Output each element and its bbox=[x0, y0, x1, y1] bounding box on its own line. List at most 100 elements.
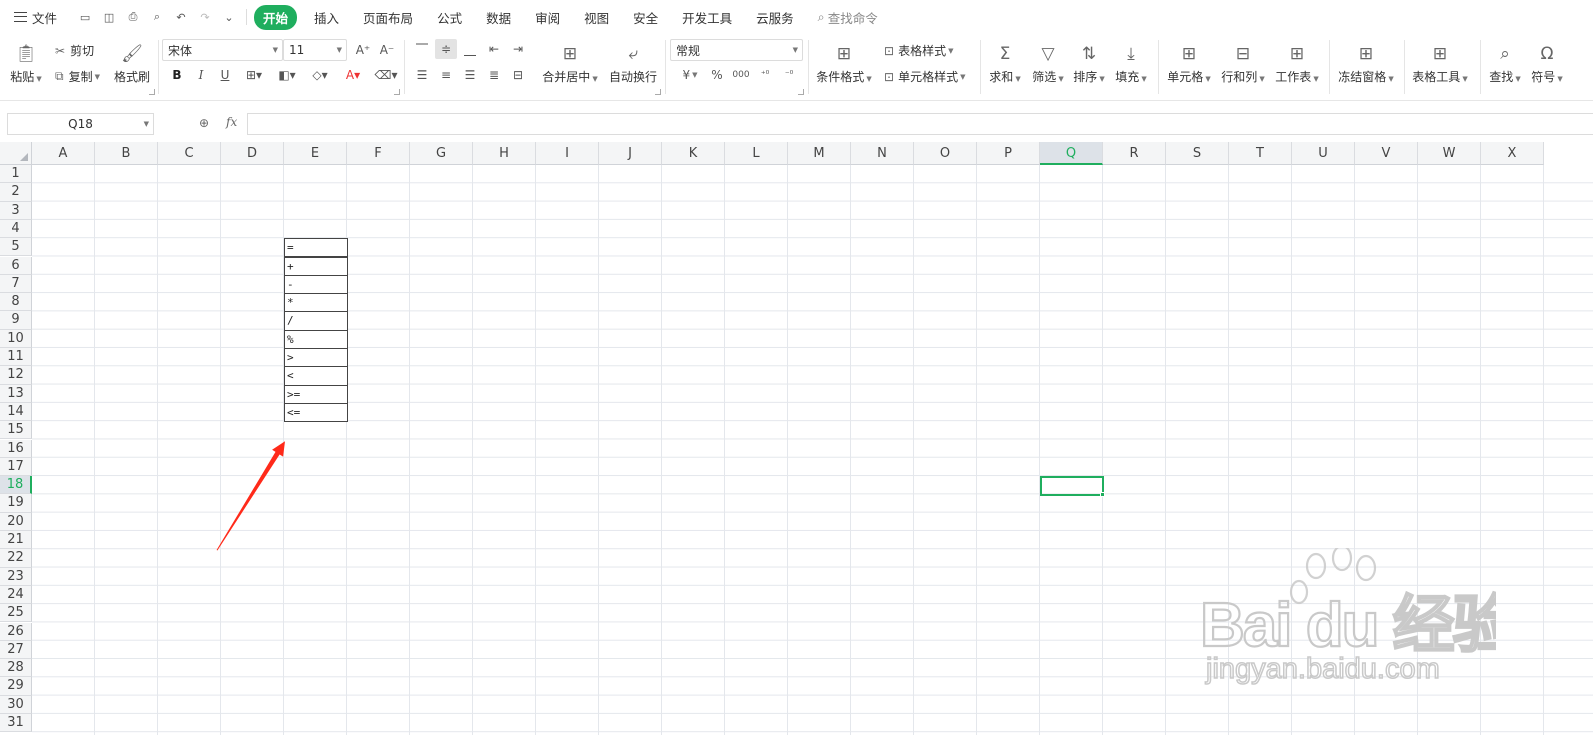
divider bbox=[665, 40, 666, 94]
conditional-format-button[interactable]: ⊞ 条件格式 ▼ bbox=[814, 40, 874, 85]
divider bbox=[246, 9, 248, 25]
align-right-icon[interactable]: ☰ bbox=[459, 65, 481, 85]
worksheet-button[interactable]: ⊞ 工作表 ▼ bbox=[1270, 40, 1324, 85]
name-box[interactable]: Q18 ▼ bbox=[7, 113, 154, 135]
font-name-select[interactable]: 宋体 ▼ bbox=[162, 39, 283, 61]
fx-icon[interactable]: fx bbox=[226, 115, 237, 129]
tab-insert[interactable]: 插入 bbox=[314, 8, 339, 27]
fill-button[interactable]: ⤓ 填充 ▼ bbox=[1110, 40, 1152, 85]
omega-icon: Ω bbox=[1540, 44, 1554, 64]
font-size-select[interactable]: 11 ▼ bbox=[283, 39, 347, 61]
tab-page-layout[interactable]: 页面布局 bbox=[363, 8, 413, 27]
table-style-icon: ⊡ bbox=[884, 43, 895, 58]
decrease-indent-icon[interactable]: ⇤ bbox=[483, 39, 505, 59]
eraser-icon[interactable]: ⌫▾ bbox=[372, 65, 400, 85]
align-bottom-icon[interactable]: ⎽ bbox=[459, 39, 481, 59]
format-painter-button[interactable]: 🖌︎ 格式刷 bbox=[104, 40, 160, 85]
row-col-button[interactable]: ⊟ 行和列 ▼ bbox=[1216, 40, 1270, 85]
copy-button[interactable]: ⧉ 复制 ▼ bbox=[55, 68, 100, 85]
wrap-text-icon: ⤶ bbox=[628, 44, 638, 64]
symbol-button[interactable]: Ω 符号 ▼ bbox=[1526, 40, 1568, 85]
customize-icon[interactable]: ⌄ bbox=[217, 7, 241, 27]
copy-label: 复制 bbox=[68, 70, 93, 84]
divider bbox=[980, 40, 981, 94]
thousands-button[interactable]: 000 bbox=[730, 65, 752, 85]
formula-input[interactable] bbox=[247, 113, 1593, 135]
cut-button[interactable]: ✂ 剪切 bbox=[55, 42, 94, 59]
border-icon[interactable]: ⊞▾ bbox=[240, 65, 268, 85]
number-format-select[interactable]: 常规 ▼ bbox=[670, 39, 803, 61]
paste-button[interactable]: 📋︎ 粘贴 ▼ bbox=[0, 40, 52, 85]
save-icon[interactable]: ▭ bbox=[73, 7, 97, 27]
tab-home[interactable]: 开始 bbox=[254, 4, 298, 30]
tab-formulas[interactable]: 公式 bbox=[437, 8, 462, 27]
align-top-icon[interactable]: ⎺ bbox=[411, 39, 433, 59]
divider bbox=[808, 40, 809, 94]
find-button[interactable]: ⌕ 查找 ▼ bbox=[1484, 40, 1526, 85]
dialog-launcher-icon[interactable] bbox=[655, 89, 661, 95]
increase-indent-icon[interactable]: ⇥ bbox=[507, 39, 529, 59]
redo-icon[interactable]: ↷ bbox=[193, 7, 217, 27]
save-as-icon[interactable]: ◫ bbox=[97, 7, 121, 27]
undo-icon[interactable]: ↶ bbox=[169, 7, 193, 27]
wrap-text-button[interactable]: ⤶ 自动换行 bbox=[603, 40, 663, 85]
print-icon[interactable]: ⎙ bbox=[121, 7, 145, 27]
italic-button[interactable]: I bbox=[190, 65, 212, 85]
conditional-format-icon: ⊞ bbox=[836, 44, 852, 64]
tab-developer[interactable]: 开发工具 bbox=[682, 8, 732, 27]
cell-button[interactable]: ⊞ 单元格 ▼ bbox=[1162, 40, 1216, 85]
decrease-decimal-icon[interactable]: ⁻⁰ bbox=[778, 65, 800, 85]
zoom-icon[interactable]: ⊕ bbox=[199, 116, 209, 130]
sort-label: 排序 bbox=[1073, 70, 1098, 84]
table-tools-button[interactable]: ⊞ 表格工具 ▼ bbox=[1408, 40, 1472, 85]
worksheet-label: 工作表 bbox=[1275, 70, 1312, 84]
number-format-value: 常规 bbox=[676, 43, 701, 58]
tab-security[interactable]: 安全 bbox=[633, 8, 658, 27]
print-preview-icon[interactable]: ⌕ bbox=[145, 7, 169, 27]
watermark-brand: Bai du 经验 bbox=[1200, 591, 1496, 660]
dialog-launcher-icon[interactable] bbox=[394, 89, 400, 95]
currency-button[interactable]: ¥ ▼ bbox=[676, 65, 704, 85]
sort-button[interactable]: ⇅ 排序 ▼ bbox=[1068, 40, 1110, 85]
increase-decimal-icon[interactable]: ⁺⁰ bbox=[754, 65, 776, 85]
baidu-jingyan-watermark: Bai du 经验 jingyan.baidu.com bbox=[1199, 548, 1496, 686]
align-middle-icon[interactable]: ≑ bbox=[435, 39, 457, 59]
dialog-launcher-icon[interactable] bbox=[798, 89, 804, 95]
align-center-icon[interactable]: ≡ bbox=[435, 65, 457, 85]
find-label: 查找 bbox=[1489, 70, 1514, 84]
bold-button[interactable]: B bbox=[166, 65, 188, 85]
wrap-text-label: 自动换行 bbox=[608, 70, 657, 84]
justify-icon[interactable]: ≣ bbox=[483, 65, 505, 85]
file-menu-button[interactable]: 文件 bbox=[14, 8, 57, 27]
fill-color-icon[interactable]: ◧▾ bbox=[273, 65, 301, 85]
search-icon: ⌕ bbox=[817, 9, 825, 24]
filter-button[interactable]: ▽ 筛选 ▼ bbox=[1026, 40, 1070, 85]
dialog-launcher-icon[interactable] bbox=[149, 89, 155, 95]
tab-data[interactable]: 数据 bbox=[486, 8, 511, 27]
merge-icon: ⊞ bbox=[562, 44, 578, 64]
underline-button[interactable]: U bbox=[214, 65, 236, 85]
tab-view[interactable]: 视图 bbox=[584, 8, 609, 27]
merge-center-button[interactable]: ⊞ 合并居中 ▼ bbox=[540, 40, 600, 85]
divider bbox=[158, 40, 159, 94]
filter-icon: ▽ bbox=[1041, 44, 1055, 64]
tab-review[interactable]: 审阅 bbox=[535, 8, 560, 27]
table-style-button[interactable]: ⊡ 表格样式 ▼ bbox=[884, 42, 953, 59]
percent-button[interactable]: % bbox=[706, 65, 728, 85]
highlight-icon[interactable]: ◇▾ bbox=[306, 65, 334, 85]
format-painter-label: 格式刷 bbox=[113, 70, 150, 84]
search-command[interactable]: ⌕ 查找命令 bbox=[818, 8, 878, 27]
distributed-icon[interactable]: ⊟ bbox=[507, 65, 529, 85]
decrease-font-icon[interactable]: A⁻ bbox=[376, 40, 398, 60]
sum-label: 求和 bbox=[989, 70, 1014, 84]
align-left-icon[interactable]: ☰ bbox=[411, 65, 433, 85]
cell-style-button[interactable]: ⊡ 单元格样式 ▼ bbox=[884, 68, 965, 85]
freeze-panes-button[interactable]: ⊞ 冻结窗格 ▼ bbox=[1334, 40, 1398, 85]
magnifier-icon: ⌕ bbox=[1500, 44, 1510, 64]
scissors-icon: ✂ bbox=[55, 43, 66, 58]
increase-font-icon[interactable]: A⁺ bbox=[352, 40, 374, 60]
chevron-down-icon: ▼ bbox=[336, 46, 342, 54]
font-color-icon[interactable]: A▾ bbox=[339, 65, 367, 85]
tab-cloud-service[interactable]: 云服务 bbox=[756, 8, 794, 27]
sum-button[interactable]: Σ 求和 ▼ bbox=[984, 40, 1026, 85]
